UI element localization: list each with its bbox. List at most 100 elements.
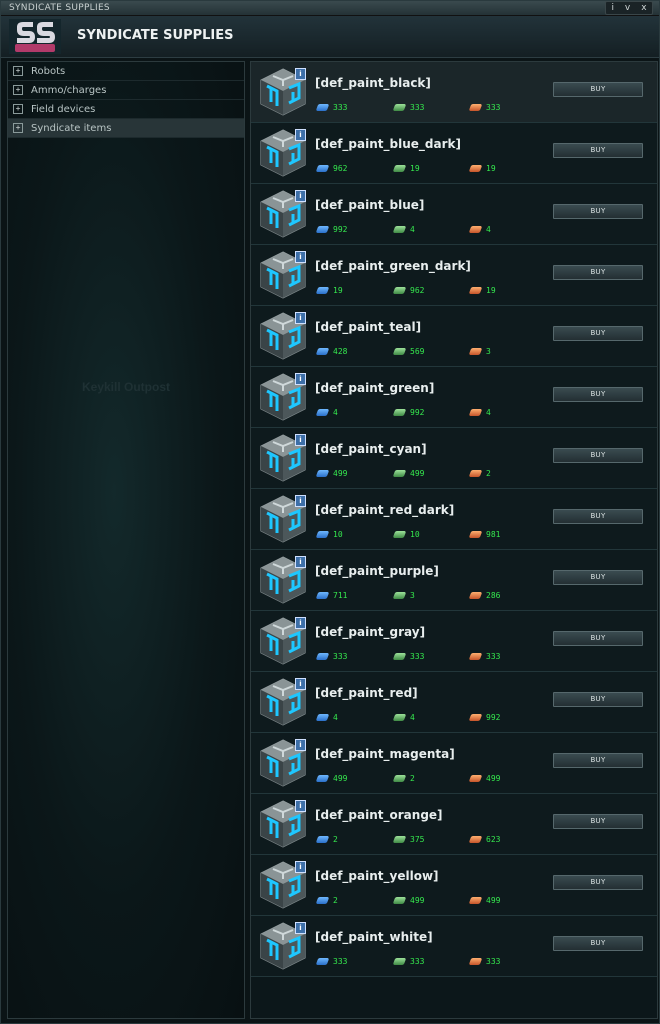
buy-button[interactable]: BUY bbox=[553, 143, 643, 158]
price-green: 3 bbox=[392, 591, 415, 600]
orange-currency-icon bbox=[468, 531, 483, 538]
price-blue: 2 bbox=[315, 896, 338, 905]
list-item[interactable]: i [def_paint_green_dark] 19 962 19 BUY bbox=[251, 245, 657, 306]
buy-button[interactable]: BUY bbox=[553, 814, 643, 829]
list-item[interactable]: i [def_paint_teal] 428 569 3 BUY bbox=[251, 306, 657, 367]
info-badge-icon[interactable]: i bbox=[295, 678, 306, 690]
buy-button[interactable]: BUY bbox=[553, 875, 643, 890]
list-item[interactable]: i [def_paint_gray] 333 333 333 BUY bbox=[251, 611, 657, 672]
buy-button[interactable]: BUY bbox=[553, 326, 643, 341]
price-green: 499 bbox=[392, 896, 424, 905]
list-item[interactable]: i [def_paint_blue] 992 4 4 BUY bbox=[251, 184, 657, 245]
green-currency-icon bbox=[392, 470, 407, 477]
price-value: 19 bbox=[486, 164, 496, 173]
buy-button[interactable]: BUY bbox=[553, 82, 643, 97]
price-value: 499 bbox=[410, 469, 425, 478]
expand-icon[interactable]: + bbox=[13, 123, 23, 133]
green-currency-icon bbox=[392, 653, 407, 660]
minimize-icon[interactable]: v bbox=[625, 3, 630, 13]
price-green: 992 bbox=[392, 408, 424, 417]
buy-button[interactable]: BUY bbox=[553, 448, 643, 463]
info-badge-icon[interactable]: i bbox=[295, 739, 306, 751]
list-item[interactable]: i [def_paint_red_dark] 10 10 981 BUY bbox=[251, 489, 657, 550]
item-prices: 4 4 992 bbox=[315, 713, 547, 725]
price-value: 962 bbox=[333, 164, 348, 173]
info-badge-icon[interactable]: i bbox=[295, 434, 306, 446]
price-orange: 333 bbox=[468, 103, 500, 112]
info-badge-icon[interactable]: i bbox=[295, 556, 306, 568]
buy-button[interactable]: BUY bbox=[553, 753, 643, 768]
info-badge-icon[interactable]: i bbox=[295, 312, 306, 324]
price-value: 19 bbox=[333, 286, 343, 295]
buy-button[interactable]: BUY bbox=[553, 387, 643, 402]
blue-currency-icon bbox=[315, 104, 330, 111]
green-currency-icon bbox=[392, 592, 407, 599]
list-item[interactable]: i [def_paint_green] 4 992 4 BUY bbox=[251, 367, 657, 428]
info-badge-icon[interactable]: i bbox=[295, 190, 306, 202]
price-orange: 4 bbox=[468, 408, 491, 417]
list-item[interactable]: i [def_paint_blue_dark] 962 19 19 BUY bbox=[251, 123, 657, 184]
buy-button[interactable]: BUY bbox=[553, 692, 643, 707]
price-value: 992 bbox=[486, 713, 501, 722]
price-blue: 711 bbox=[315, 591, 347, 600]
blue-currency-icon bbox=[315, 531, 330, 538]
info-badge-icon[interactable]: i bbox=[295, 800, 306, 812]
buy-button[interactable]: BUY bbox=[553, 936, 643, 951]
item-name: [def_paint_blue] bbox=[315, 198, 425, 212]
list-item[interactable]: i [def_paint_magenta] 499 2 499 BUY bbox=[251, 733, 657, 794]
expand-icon[interactable]: + bbox=[13, 104, 23, 114]
buy-button[interactable]: BUY bbox=[553, 509, 643, 524]
expand-icon[interactable]: + bbox=[13, 85, 23, 95]
price-blue: 428 bbox=[315, 347, 348, 356]
list-item[interactable]: i [def_paint_black] 333 333 333 BUY bbox=[251, 62, 657, 123]
price-green: 333 bbox=[392, 957, 425, 966]
item-list[interactable]: i [def_paint_black] 333 333 333 BUY i [d… bbox=[250, 61, 658, 1019]
orange-currency-icon bbox=[468, 409, 483, 416]
close-icon[interactable]: x bbox=[641, 3, 646, 13]
list-item[interactable]: i [def_paint_purple] 711 3 286 BUY bbox=[251, 550, 657, 611]
price-value: 333 bbox=[410, 957, 425, 966]
store-window: SYNDICATE SUPPLIES i v x SYNDICATE SUPPL… bbox=[0, 0, 660, 1024]
price-blue: 10 bbox=[315, 530, 343, 539]
info-badge-icon[interactable]: i bbox=[295, 495, 306, 507]
info-badge-icon[interactable]: i bbox=[295, 617, 306, 629]
list-item[interactable]: i [def_paint_orange] 2 375 623 BUY bbox=[251, 794, 657, 855]
price-green: 4 bbox=[392, 713, 415, 722]
info-icon[interactable]: i bbox=[611, 3, 614, 13]
category-field-devices[interactable]: + Field devices bbox=[8, 100, 244, 119]
list-item[interactable]: i [def_paint_yellow] 2 499 499 BUY bbox=[251, 855, 657, 916]
info-badge-icon[interactable]: i bbox=[295, 861, 306, 873]
info-badge-icon[interactable]: i bbox=[295, 129, 306, 141]
window-titlebar[interactable]: SYNDICATE SUPPLIES i v x bbox=[1, 1, 659, 16]
buy-button[interactable]: BUY bbox=[553, 570, 643, 585]
item-prices: 333 333 333 bbox=[315, 103, 547, 115]
price-green: 569 bbox=[392, 347, 424, 356]
price-value: 2 bbox=[410, 774, 415, 783]
price-green: 499 bbox=[392, 469, 425, 478]
buy-button[interactable]: BUY bbox=[553, 204, 643, 219]
category-ammo-charges[interactable]: + Ammo/charges bbox=[8, 81, 244, 100]
orange-currency-icon bbox=[468, 653, 483, 660]
info-badge-icon[interactable]: i bbox=[295, 922, 306, 934]
blue-currency-icon bbox=[315, 165, 330, 172]
info-badge-icon[interactable]: i bbox=[295, 251, 306, 263]
buy-button[interactable]: BUY bbox=[553, 265, 643, 280]
info-badge-icon[interactable]: i bbox=[295, 373, 306, 385]
buy-button[interactable]: BUY bbox=[553, 631, 643, 646]
list-item[interactable]: i [def_paint_red] 4 4 992 BUY bbox=[251, 672, 657, 733]
list-item[interactable]: i [def_paint_cyan] 499 499 2 BUY bbox=[251, 428, 657, 489]
item-name: [def_paint_blue_dark] bbox=[315, 137, 461, 151]
price-green: 375 bbox=[392, 835, 424, 844]
info-badge-icon[interactable]: i bbox=[295, 68, 306, 80]
price-orange: 623 bbox=[468, 835, 500, 844]
price-value: 499 bbox=[333, 469, 348, 478]
expand-icon[interactable]: + bbox=[13, 66, 23, 76]
category-robots[interactable]: + Robots bbox=[8, 62, 244, 81]
category-label: Robots bbox=[31, 65, 66, 77]
category-syndicate-items[interactable]: + Syndicate items bbox=[8, 119, 244, 138]
list-item[interactable]: i [def_paint_white] 333 333 333 BUY bbox=[251, 916, 657, 977]
price-value: 333 bbox=[333, 652, 348, 661]
item-prices: 962 19 19 bbox=[315, 164, 547, 176]
price-value: 428 bbox=[333, 347, 348, 356]
blue-currency-icon bbox=[315, 775, 330, 782]
